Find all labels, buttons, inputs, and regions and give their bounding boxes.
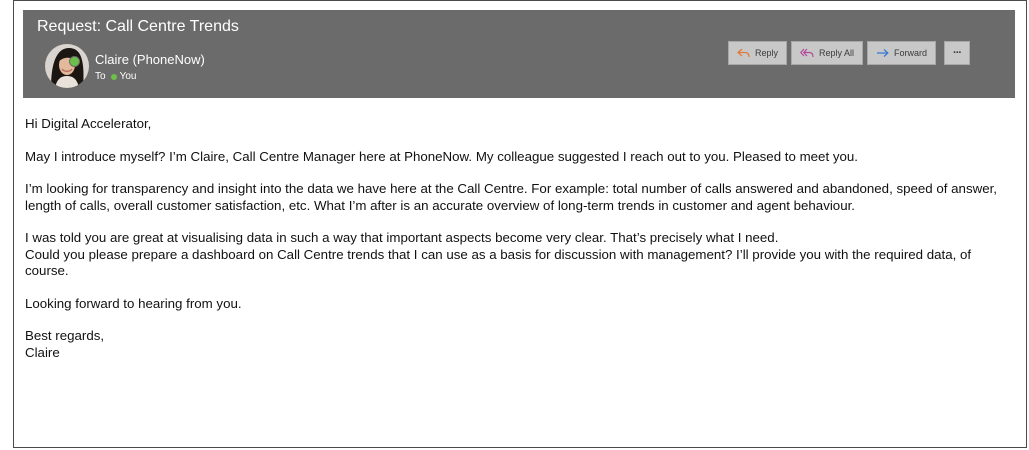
forward-arrow-icon [876, 48, 889, 58]
email-body: Hi Digital Accelerator, May I introduce … [25, 116, 1015, 361]
body-paragraph-3: I was told you are great at visualising … [25, 230, 1015, 280]
recipient-presence-icon [110, 73, 117, 80]
reply-all-arrow-icon [800, 48, 814, 58]
sign-off: Best regards, [25, 328, 105, 343]
to-label: To [95, 71, 106, 82]
reply-button[interactable]: Reply [728, 41, 788, 65]
forward-button[interactable]: Forward [867, 41, 937, 65]
more-options-icon: ··· [953, 47, 962, 59]
email-window: Request: Call Centre Trends Claire (Phon… [13, 0, 1027, 448]
reply-all-label: Reply All [819, 48, 855, 58]
sender-name[interactable]: Claire (PhoneNow) [95, 52, 205, 67]
body-paragraph-3-line-2: Could you please prepare a dashboard on … [25, 246, 972, 279]
sender-avatar[interactable] [45, 44, 89, 88]
reply-all-button[interactable]: Reply All [791, 41, 864, 65]
body-paragraph-2: I’m looking for transparency and insight… [25, 181, 997, 213]
presence-status-icon [69, 56, 80, 67]
signature: Claire [25, 344, 60, 360]
recipient-line: To You [95, 71, 136, 82]
closing-line: Looking forward to hearing from you. [25, 295, 242, 311]
email-subject: Request: Call Centre Trends [37, 18, 239, 35]
body-paragraph-3-line-1: I was told you are great at visualising … [25, 230, 779, 245]
reply-label: Reply [755, 48, 779, 58]
forward-label: Forward [894, 48, 928, 58]
email-header: Request: Call Centre Trends Claire (Phon… [23, 10, 1015, 98]
body-paragraph-1: May I introduce myself? I’m Claire, Call… [25, 148, 858, 164]
recipient-name[interactable]: You [120, 71, 137, 82]
email-actions: Reply Reply All Forward ··· [728, 41, 971, 65]
greeting: Hi Digital Accelerator, [25, 116, 152, 131]
more-options-button[interactable]: ··· [944, 41, 971, 65]
reply-arrow-icon [737, 48, 750, 58]
